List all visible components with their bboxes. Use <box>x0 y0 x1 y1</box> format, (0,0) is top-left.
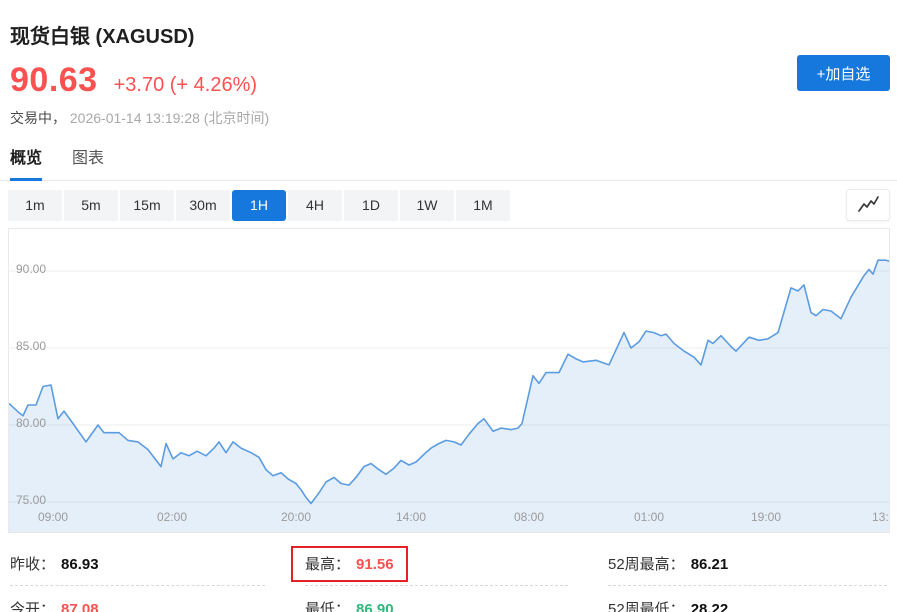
stat-value: 91.56 <box>356 556 394 573</box>
stat-label: 最高： <box>305 556 350 573</box>
quote-header: 现货白银 (XAGUSD) 90.63 +3.70 (+ 4.26%) 交易中，… <box>0 0 897 128</box>
x-tick-20:00: 20:00 <box>281 510 311 524</box>
stat-value: 28.22 <box>691 601 729 612</box>
price-row: 90.63 +3.70 (+ 4.26%) <box>10 61 887 100</box>
x-tick-01:00: 01:00 <box>634 510 664 524</box>
range-button-1M[interactable]: 1M <box>456 190 510 221</box>
stat-label: 今开： <box>10 601 55 612</box>
price-chart[interactable]: 90.00 85.00 80.00 75.00 09:00 02:00 20:00 14:0… <box>8 228 890 533</box>
stat-value: 86.90 <box>356 601 394 612</box>
chart-style-button[interactable] <box>846 189 890 221</box>
instrument-title: 现货白银 (XAGUSD) <box>10 20 887 49</box>
y-tick-85.00: 85.00 <box>16 339 46 353</box>
chart-toolbar: 1m5m15m30m1H4H1D1W1M <box>8 189 890 221</box>
price-area-fill <box>9 260 890 533</box>
stat-最高: 最高： 91.56 <box>305 541 568 586</box>
stat-今开: 今开： 87.08 <box>10 586 265 612</box>
x-tick-02:00: 02:00 <box>157 510 187 524</box>
x-tick-09:00: 09:00 <box>38 510 68 524</box>
stat-label: 最低： <box>305 601 350 612</box>
add-watchlist-button[interactable]: +加自选 <box>797 55 890 91</box>
stat-52周最高: 52周最高： 86.21 <box>608 541 887 586</box>
x-tick-13:00: 13:00 <box>872 510 890 524</box>
stat-label: 昨收： <box>10 556 55 573</box>
quote-page: 现货白银 (XAGUSD) 90.63 +3.70 (+ 4.26%) 交易中，… <box>0 0 897 612</box>
tabs: 概览图表 <box>0 144 897 181</box>
stat-52周最低: 52周最低： 28.22 <box>608 586 887 612</box>
stat-value: 86.93 <box>61 556 99 573</box>
range-button-1H[interactable]: 1H <box>232 190 286 221</box>
stat-最低: 最低： 86.90 <box>305 586 568 612</box>
price-change: +3.70 (+ 4.26%) <box>114 74 257 97</box>
stat-value: 86.21 <box>691 556 729 573</box>
stat-label: 52周最高： <box>608 556 685 573</box>
range-button-1W[interactable]: 1W <box>400 190 454 221</box>
trading-status: 交易中， <box>10 110 66 126</box>
quote-timestamp: 2026-01-14 13:19:28 (北京时间) <box>70 110 269 126</box>
last-price: 90.63 <box>10 61 98 100</box>
x-tick-08:00: 08:00 <box>514 510 544 524</box>
range-button-15m[interactable]: 15m <box>120 190 174 221</box>
trend-line-icon <box>855 195 881 215</box>
y-tick-80.00: 80.00 <box>16 416 46 430</box>
tab-图表[interactable]: 图表 <box>72 144 104 180</box>
y-tick-75.00: 75.00 <box>16 493 46 507</box>
range-button-5m[interactable]: 5m <box>64 190 118 221</box>
range-button-1m[interactable]: 1m <box>8 190 62 221</box>
highlight-box: 最高： 91.56 <box>291 546 408 582</box>
stat-label: 52周最低： <box>608 601 685 612</box>
quote-stats: 昨收： 86.93 最高： 91.56 52周最高： 86.21 今开： 87.08 最低： 86… <box>10 541 887 612</box>
y-tick-90.00: 90.00 <box>16 262 46 276</box>
range-button-30m[interactable]: 30m <box>176 190 230 221</box>
stat-value: 87.08 <box>61 601 99 612</box>
range-button-1D[interactable]: 1D <box>344 190 398 221</box>
range-buttons: 1m5m15m30m1H4H1D1W1M <box>8 190 510 221</box>
range-button-4H[interactable]: 4H <box>288 190 342 221</box>
tab-概览[interactable]: 概览 <box>10 144 42 180</box>
x-tick-14:00: 14:00 <box>396 510 426 524</box>
stat-昨收: 昨收： 86.93 <box>10 541 265 586</box>
price-area-chart <box>9 229 890 533</box>
status-row: 交易中， 2026-01-14 13:19:28 (北京时间) <box>10 108 887 128</box>
x-tick-19:00: 19:00 <box>751 510 781 524</box>
